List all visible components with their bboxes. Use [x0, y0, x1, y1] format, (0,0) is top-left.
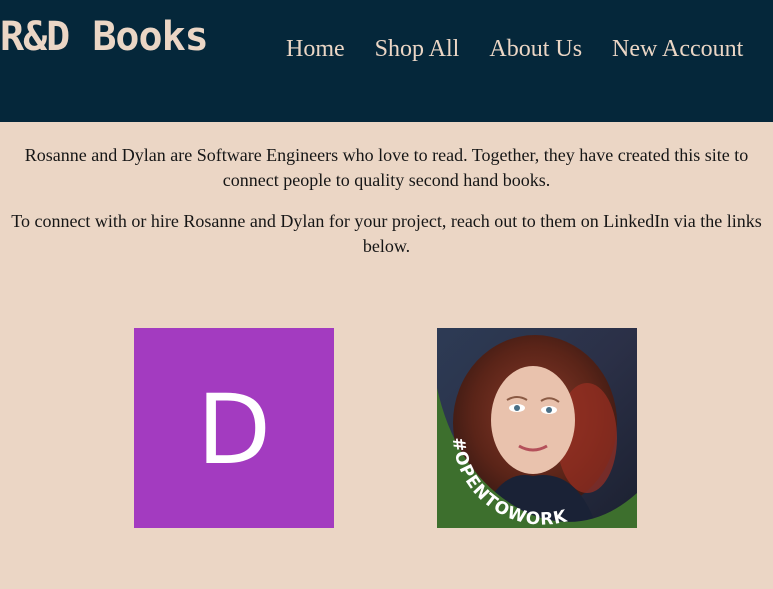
- about-paragraph: Rosanne and Dylan are Software Engineers…: [24, 145, 749, 190]
- main-nav: Home Shop All About Us New Account: [286, 34, 743, 64]
- rosanne-profile-photo: #OPENTOWORK: [437, 328, 637, 528]
- rosanne-linkedin-avatar[interactable]: #OPENTOWORK: [437, 328, 637, 528]
- nav-home-link[interactable]: Home: [286, 34, 345, 64]
- nav-about-us-link[interactable]: About Us: [489, 34, 582, 64]
- avatar-initial: D: [197, 374, 271, 486]
- site-logo[interactable]: R&D Books: [0, 10, 209, 64]
- contact-paragraph: To connect with or hire Rosanne and Dyla…: [11, 211, 762, 256]
- nav-new-account-link[interactable]: New Account: [612, 34, 743, 64]
- about-section: Rosanne and Dylan are Software Engineers…: [0, 143, 773, 275]
- dylan-linkedin-avatar[interactable]: D: [134, 328, 334, 528]
- navbar: R&D Books Home Shop All About Us New Acc…: [0, 0, 773, 122]
- nav-shop-all-link[interactable]: Shop All: [375, 34, 460, 64]
